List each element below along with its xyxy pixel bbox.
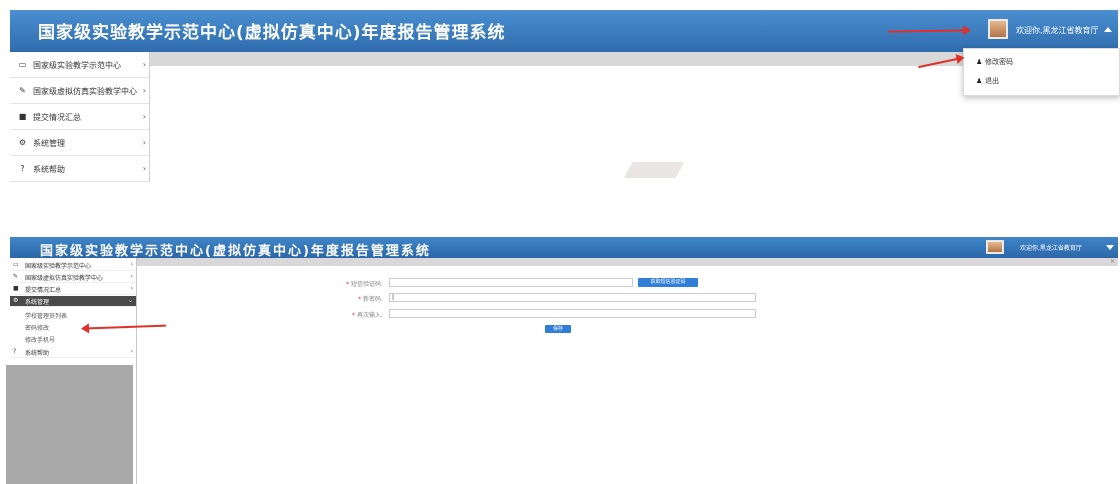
sidebar-subitem-change-phone[interactable]: 修改手机号	[25, 335, 55, 344]
menu-item-label: 退出	[985, 77, 999, 85]
sidebar-item-system-management[interactable]: ⚙ 系统管理 ⌄	[10, 296, 136, 307]
logout-icon: ♟	[976, 77, 983, 85]
chevron-right-icon: ›	[130, 348, 133, 355]
user-avatar[interactable]	[988, 19, 1008, 39]
edit-icon: ✎	[19, 86, 26, 95]
sidebar-item-label: 国家级虚拟仿真实验教学中心	[33, 87, 137, 96]
user-dropdown-menu: ♟ 修改密码 ♟ 退出	[963, 48, 1120, 96]
user-greeting[interactable]: 欢迎你,黑龙江省教育厅	[1016, 25, 1099, 36]
sidebar-item-label: 系统帮助	[25, 350, 50, 357]
sidebar-subitem-change-password[interactable]: 密码修改	[25, 323, 49, 332]
user-greeting[interactable]: 欢迎你,黑龙江省教育厅	[1020, 243, 1082, 252]
sidebar-item-label: 国家级虚拟仿真实验教学中心	[25, 275, 104, 282]
help-icon: ?	[20, 164, 25, 173]
chevron-right-icon: ›	[142, 164, 146, 173]
chevron-right-icon: ›	[142, 138, 146, 147]
gears-icon: ⚙	[13, 297, 19, 304]
monitor-icon: ▭	[18, 60, 27, 69]
monitor-icon: ▭	[13, 261, 19, 268]
caret-down-icon[interactable]	[1106, 245, 1114, 250]
sidebar-item-system-help[interactable]: ? 系统帮助 ›	[10, 156, 149, 182]
gears-icon: ⚙	[18, 138, 27, 147]
chevron-right-icon: ›	[130, 261, 133, 268]
confirm-password-label: * 再次输入:	[352, 312, 383, 319]
sidebar-item-demo-center[interactable]: ▭ 国家级实验教学示范中心 ›	[10, 260, 136, 271]
help-icon: ?	[13, 348, 17, 355]
sidebar-item-label: 国家级实验教学示范中心	[25, 263, 92, 270]
chevron-right-icon: ›	[130, 273, 133, 280]
sidebar-item-submission-summary[interactable]: ■ 提交情况汇总 ›	[10, 284, 136, 295]
get-sms-code-button[interactable]: 获取短信验证码	[638, 278, 698, 287]
sidebar-item-label: 系统帮助	[33, 165, 65, 174]
sidebar-item-system-management[interactable]: ⚙ 系统管理 ›	[10, 130, 149, 156]
content-tab-bar: ✕	[137, 258, 1118, 266]
sidebar: ▭ 国家级实验教学示范中心 › ✎ 国家级虚拟仿真实验教学中心 › ■ 提交情况…	[10, 52, 150, 182]
sms-code-label: * 短信验证码:	[346, 281, 383, 288]
sidebar-item-virtual-center[interactable]: ✎ 国家级虚拟仿真实验教学中心 ›	[10, 78, 149, 104]
gray-placeholder-block	[6, 365, 133, 484]
watermark-shape	[623, 162, 685, 178]
chevron-right-icon: ›	[130, 285, 133, 292]
user-avatar[interactable]	[986, 240, 1004, 254]
sidebar-item-demo-center[interactable]: ▭ 国家级实验教学示范中心 ›	[10, 52, 149, 78]
sidebar-item-label: 国家级实验教学示范中心	[33, 61, 121, 70]
save-button[interactable]: 保存	[545, 325, 571, 333]
menu-item-change-password[interactable]: ♟ 修改密码	[976, 57, 1013, 67]
file-icon: ■	[13, 285, 19, 292]
sidebar-item-label: 提交情况汇总	[33, 113, 81, 122]
sidebar-item-virtual-center[interactable]: ✎ 国家级虚拟仿真实验教学中心 ›	[10, 272, 136, 283]
app-title: 国家级实验教学示范中心(虚拟仿真中心)年度报告管理系统	[40, 244, 431, 259]
sidebar-item-system-help[interactable]: ? 系统帮助 ›	[10, 347, 136, 358]
new-password-label: * 新密码:	[358, 296, 383, 303]
app-title: 国家级实验教学示范中心(虚拟仿真中心)年度报告管理系统	[38, 23, 506, 43]
chevron-down-icon: ⌄	[127, 297, 133, 304]
close-tab-icon[interactable]: ✕	[1110, 258, 1115, 265]
file-icon: ■	[18, 112, 27, 121]
sidebar-item-label: 提交情况汇总	[25, 287, 62, 294]
sidebar-item-label: 系统管理	[33, 139, 65, 148]
edit-icon: ✎	[13, 273, 19, 280]
chevron-right-icon: ›	[142, 60, 146, 69]
sidebar-subitem-admin-list[interactable]: 学校管理员列表	[25, 311, 67, 320]
app-header: 国家级实验教学示范中心(虚拟仿真中心)年度报告管理系统 欢迎你,黑龙江省教育厅	[10, 237, 1118, 259]
user-icon: ♟	[976, 58, 983, 66]
menu-item-label: 修改密码	[985, 58, 1013, 66]
sms-code-input[interactable]	[389, 278, 633, 287]
sidebar-item-label: 系统管理	[25, 299, 50, 306]
chevron-right-icon: ›	[142, 112, 146, 121]
confirm-password-input[interactable]	[389, 309, 756, 318]
new-password-input[interactable]: |	[389, 293, 756, 302]
chevron-right-icon: ›	[142, 86, 146, 95]
caret-up-icon[interactable]	[1104, 27, 1112, 32]
sidebar-item-submission-summary[interactable]: ■ 提交情况汇总 ›	[10, 104, 149, 130]
menu-item-logout[interactable]: ♟ 退出	[976, 76, 999, 86]
